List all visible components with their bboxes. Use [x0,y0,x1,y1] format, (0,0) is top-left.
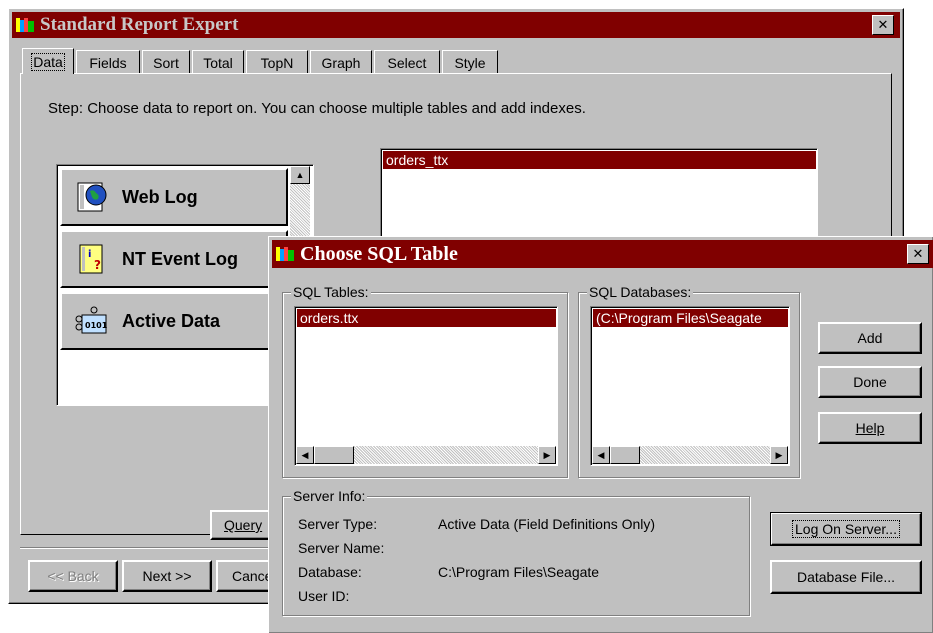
tab-fields[interactable]: Fields [76,50,140,74]
scroll-right-button[interactable]: ▶ [538,446,556,464]
arrow-up-icon: ▲ [295,170,305,180]
tab-sort[interactable]: Sort [142,50,190,74]
database-value: C:\Program Files\Seagate [438,564,600,580]
scroll-up-button[interactable]: ▲ [290,166,310,184]
selected-tables-list[interactable]: orders_ttx [380,148,818,248]
scroll-thumb[interactable] [610,446,640,464]
sql-tables-hscroll[interactable]: ◀ ▶ [296,446,556,464]
scroll-right-button[interactable]: ▶ [770,446,788,464]
list-item[interactable]: orders_ttx [383,151,816,169]
arrow-left-icon: ◀ [597,449,605,460]
done-button[interactable]: Done [818,366,922,398]
log-on-server-button[interactable]: Log On Server... [770,512,922,546]
server-info-group: Server Info: [282,488,750,616]
sql-tables-label: SQL Tables: [291,284,371,300]
sql-databases-hscroll[interactable]: ◀ ▶ [592,446,788,464]
main-close-button[interactable]: ✕ [872,15,894,35]
close-icon: ✕ [912,246,924,262]
nt-event-log-label: NT Event Log [122,248,238,269]
dialog-titlebar[interactable]: Choose SQL Table ✕ [272,240,933,268]
arrow-left-icon: ◀ [301,449,309,460]
sql-tables-list[interactable]: orders.ttx [294,306,558,466]
scroll-left-button[interactable]: ◀ [592,446,610,464]
event-log-icon: i ? [79,244,103,274]
web-log-button[interactable]: Web Log [60,168,288,226]
server-name-label: Server Name: [298,540,385,556]
arrow-right-icon: ▶ [775,449,783,460]
arrow-right-icon: ▶ [543,449,551,460]
tab-select[interactable]: Select [374,50,440,74]
main-titlebar[interactable]: Standard Report Expert ✕ [12,12,900,38]
main-window-title: Standard Report Expert [40,14,239,35]
active-data-icon: 0101 [75,306,108,334]
list-item[interactable]: orders.ttx [297,309,556,327]
dialog-app-icon [276,247,294,261]
svg-text:?: ? [94,258,101,272]
scroll-track[interactable] [354,446,538,464]
app-icon [16,18,34,32]
add-button[interactable]: Add [818,322,922,354]
next-button[interactable]: Next >> [122,560,212,592]
back-button[interactable]: << Back [28,560,118,592]
database-label: Database: [298,564,362,580]
user-id-label: User ID: [298,588,350,604]
scroll-track[interactable] [640,446,770,464]
svg-text:0101: 0101 [85,321,108,330]
step-text: Step: Choose data to report on. You can … [48,100,586,117]
close-icon: ✕ [877,17,889,33]
scroll-left-button[interactable]: ◀ [296,446,314,464]
scroll-thumb[interactable] [314,446,354,464]
database-file-button[interactable]: Database File... [770,560,922,594]
tab-graph[interactable]: Graph [310,50,372,74]
web-log-label: Web Log [122,186,198,207]
tab-topn[interactable]: TopN [246,50,308,74]
nt-event-log-button[interactable]: i ? NT Event Log [60,230,288,288]
tab-data[interactable]: Data [22,48,74,74]
globe-icon [77,182,107,212]
server-type-value: Active Data (Field Definitions Only) [438,516,656,532]
active-data-button[interactable]: 0101 Active Data [60,292,288,350]
list-item[interactable]: (C:\Program Files\Seagate [593,309,788,327]
dialog-close-button[interactable]: ✕ [907,244,929,264]
help-button[interactable]: Help [818,412,922,444]
server-type-label: Server Type: [298,516,378,532]
sql-databases-list[interactable]: (C:\Program Files\Seagate [590,306,790,466]
sql-databases-label: SQL Databases: [587,284,694,300]
server-info-label: Server Info: [291,488,368,504]
dialog-title: Choose SQL Table [300,242,458,265]
svg-text:i: i [88,249,91,260]
tab-total[interactable]: Total [192,50,244,74]
tab-style[interactable]: Style [442,50,498,74]
active-data-label: Active Data [122,310,221,331]
